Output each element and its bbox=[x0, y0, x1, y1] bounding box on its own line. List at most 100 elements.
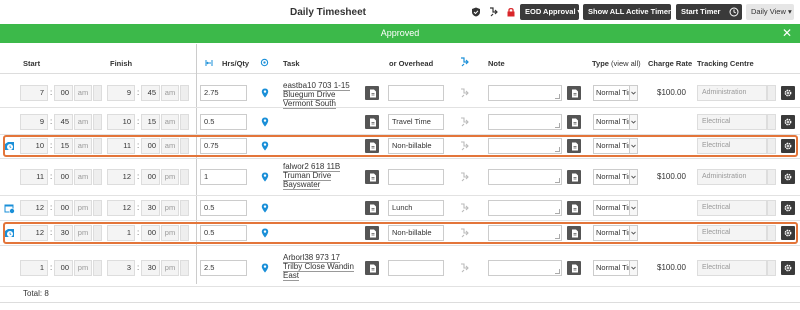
eod-approval-button[interactable]: EOD Approval ▾ bbox=[520, 4, 581, 20]
finish-minute-field[interactable]: 00 bbox=[141, 138, 160, 154]
note-textarea[interactable] bbox=[488, 200, 562, 216]
finish-hour-field[interactable]: 12 bbox=[107, 200, 135, 216]
finish-minute-field[interactable]: 45 bbox=[141, 85, 160, 101]
settings-button[interactable] bbox=[781, 170, 795, 184]
hours-field[interactable]: 1 bbox=[200, 169, 247, 185]
note-textarea[interactable] bbox=[488, 225, 562, 241]
finish-hour-field[interactable]: 10 bbox=[107, 114, 135, 130]
start-minute-field[interactable]: 15 bbox=[54, 138, 73, 154]
start-ampm-select[interactable]: am bbox=[74, 169, 92, 185]
task-link[interactable]: falwor2 618 11B Truman Drive Bayswater bbox=[283, 162, 363, 190]
start-hour-field[interactable]: 7 bbox=[20, 85, 48, 101]
tracking-centre-select[interactable]: Electrical bbox=[697, 138, 767, 154]
start-ampm-arrow[interactable] bbox=[93, 225, 102, 241]
task-notes-button[interactable] bbox=[365, 226, 379, 240]
tracking-centre-arrow[interactable] bbox=[767, 85, 776, 101]
finish-hour-field[interactable]: 3 bbox=[107, 260, 135, 276]
start-ampm-select[interactable]: am bbox=[74, 138, 92, 154]
start-minute-field[interactable]: 30 bbox=[54, 225, 73, 241]
tracking-centre-select[interactable]: Electrical bbox=[697, 114, 767, 130]
note-doc-button[interactable] bbox=[567, 139, 581, 153]
route-icon[interactable] bbox=[460, 172, 470, 182]
settings-button[interactable] bbox=[781, 139, 795, 153]
tracking-centre-arrow[interactable] bbox=[767, 260, 776, 276]
overhead-field[interactable] bbox=[388, 260, 444, 276]
finish-ampm-arrow[interactable] bbox=[180, 85, 189, 101]
tracking-centre-select[interactable]: Administration bbox=[697, 169, 767, 185]
type-select[interactable]: Normal Time bbox=[593, 138, 630, 154]
start-ampm-arrow[interactable] bbox=[93, 260, 102, 276]
location-pin-icon[interactable] bbox=[261, 117, 269, 127]
lock-icon[interactable] bbox=[506, 7, 516, 17]
settings-button[interactable] bbox=[781, 115, 795, 129]
start-minute-field[interactable]: 00 bbox=[54, 200, 73, 216]
finish-minute-field[interactable]: 00 bbox=[141, 169, 160, 185]
finish-minute-field[interactable]: 30 bbox=[141, 200, 160, 216]
finish-ampm-select[interactable]: pm bbox=[161, 200, 179, 216]
task-link[interactable]: eastba10 703 1-15 Bluegum Drive Vermont So… bbox=[283, 81, 363, 109]
type-select[interactable]: Normal Time bbox=[593, 85, 630, 101]
location-target-icon[interactable] bbox=[260, 58, 269, 67]
tracking-centre-arrow[interactable] bbox=[767, 169, 776, 185]
location-pin-icon[interactable] bbox=[261, 141, 269, 151]
overhead-field[interactable]: Travel Time bbox=[388, 114, 444, 130]
type-select-arrow[interactable] bbox=[629, 138, 638, 154]
tracking-centre-arrow[interactable] bbox=[767, 138, 776, 154]
note-textarea[interactable] bbox=[488, 85, 562, 101]
finish-minute-field[interactable]: 00 bbox=[141, 225, 160, 241]
task-notes-button[interactable] bbox=[365, 170, 379, 184]
location-pin-icon[interactable] bbox=[261, 88, 269, 98]
settings-button[interactable] bbox=[781, 226, 795, 240]
type-select-arrow[interactable] bbox=[629, 169, 638, 185]
start-ampm-select[interactable]: pm bbox=[74, 260, 92, 276]
daily-view-dropdown[interactable]: Daily View ▾ bbox=[746, 4, 794, 20]
type-select-arrow[interactable] bbox=[629, 85, 638, 101]
overhead-field[interactable] bbox=[388, 169, 444, 185]
location-pin-icon[interactable] bbox=[261, 172, 269, 182]
finish-ampm-select[interactable]: pm bbox=[161, 225, 179, 241]
finish-ampm-arrow[interactable] bbox=[180, 138, 189, 154]
start-hour-field[interactable]: 9 bbox=[20, 114, 48, 130]
finish-ampm-arrow[interactable] bbox=[180, 200, 189, 216]
timer-running-icon[interactable] bbox=[4, 141, 15, 152]
task-notes-button[interactable] bbox=[365, 201, 379, 215]
tracking-centre-arrow[interactable] bbox=[767, 114, 776, 130]
hours-field[interactable]: 0.75 bbox=[200, 138, 247, 154]
route-icon[interactable] bbox=[460, 203, 470, 213]
start-minute-field[interactable]: 45 bbox=[54, 114, 73, 130]
route-icon[interactable] bbox=[460, 141, 470, 151]
hours-field[interactable]: 0.5 bbox=[200, 200, 247, 216]
hours-field[interactable]: 0.5 bbox=[200, 225, 247, 241]
hours-field[interactable]: 0.5 bbox=[200, 114, 247, 130]
note-textarea[interactable] bbox=[488, 260, 562, 276]
route-icon[interactable] bbox=[460, 228, 470, 238]
calendar-clock-icon[interactable] bbox=[4, 203, 15, 214]
start-hour-field[interactable]: 12 bbox=[20, 225, 48, 241]
start-hour-field[interactable]: 10 bbox=[20, 138, 48, 154]
finish-ampm-select[interactable]: am bbox=[161, 85, 179, 101]
route-icon[interactable] bbox=[460, 263, 470, 273]
type-select-arrow[interactable] bbox=[629, 200, 638, 216]
finish-ampm-select[interactable]: pm bbox=[161, 169, 179, 185]
type-select[interactable]: Normal Time bbox=[593, 260, 630, 276]
type-select-arrow[interactable] bbox=[629, 114, 638, 130]
tracking-centre-select[interactable]: Electrical bbox=[697, 225, 767, 241]
type-select[interactable]: Normal Time bbox=[593, 169, 630, 185]
show-active-timers-button[interactable]: Show ALL Active Timers (0) bbox=[583, 4, 686, 20]
task-notes-button[interactable] bbox=[365, 115, 379, 129]
start-ampm-select[interactable]: am bbox=[74, 85, 92, 101]
start-ampm-arrow[interactable] bbox=[93, 85, 102, 101]
note-doc-button[interactable] bbox=[567, 86, 581, 100]
settings-button[interactable] bbox=[781, 261, 795, 275]
type-select-arrow[interactable] bbox=[629, 225, 638, 241]
location-pin-icon[interactable] bbox=[261, 263, 269, 273]
location-pin-icon[interactable] bbox=[261, 203, 269, 213]
note-textarea[interactable] bbox=[488, 114, 562, 130]
start-ampm-select[interactable]: am bbox=[74, 114, 92, 130]
hours-field[interactable]: 2.75 bbox=[200, 85, 247, 101]
start-hour-field[interactable]: 11 bbox=[20, 169, 48, 185]
finish-hour-field[interactable]: 12 bbox=[107, 169, 135, 185]
finish-ampm-arrow[interactable] bbox=[180, 169, 189, 185]
note-doc-button[interactable] bbox=[567, 201, 581, 215]
note-doc-button[interactable] bbox=[567, 261, 581, 275]
